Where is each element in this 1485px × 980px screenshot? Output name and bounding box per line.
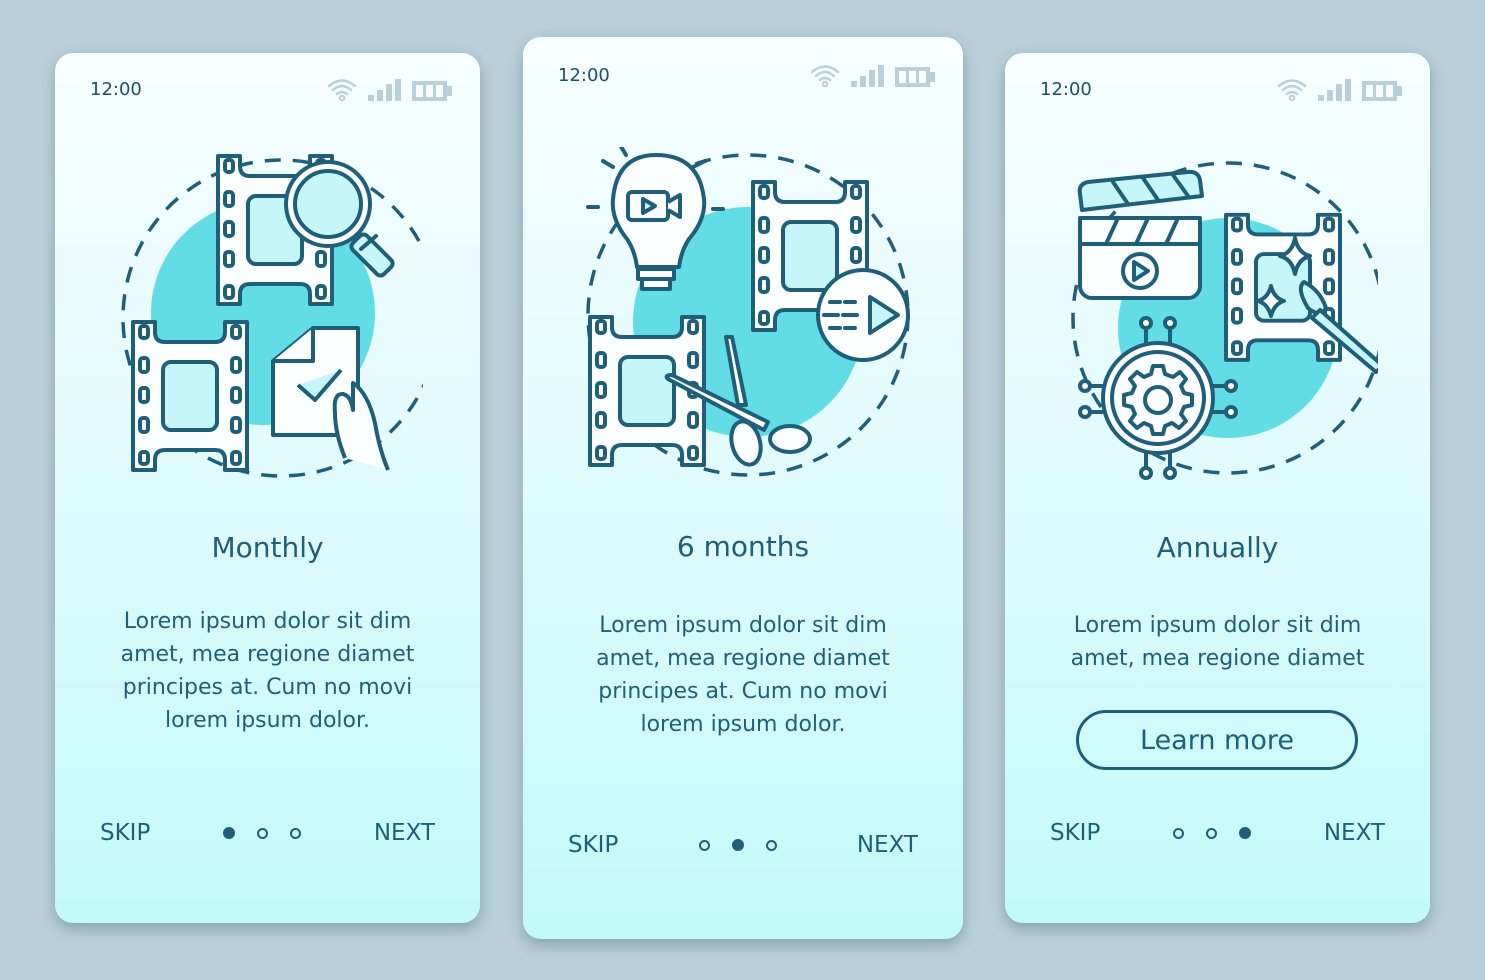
learn-more-button[interactable]: Learn more	[1076, 710, 1358, 770]
description-line: principes at. Cum no movi	[122, 675, 413, 700]
battery-icon	[412, 81, 452, 101]
onboarding-screen-monthly: 12:00 Monthly Lorem ipsum dolor sit dim …	[55, 53, 480, 923]
page-dot[interactable]	[1173, 827, 1185, 839]
status-time: 12:00	[558, 65, 610, 86]
page-dot[interactable]	[257, 827, 269, 839]
page-dot[interactable]	[765, 839, 777, 851]
signal-icon	[851, 65, 884, 87]
description-line: Lorem ipsum dolor sit dim	[123, 609, 412, 634]
illustration-6-months	[586, 147, 910, 477]
description-line: lorem ipsum dolor.	[164, 708, 370, 733]
description-line: amet, mea regione diamet	[596, 646, 890, 671]
status-time: 12:00	[1040, 79, 1092, 100]
page-dot-active[interactable]	[1239, 827, 1252, 839]
status-icons	[1276, 77, 1402, 101]
status-icons	[809, 63, 935, 87]
skip-button[interactable]: SKIP	[568, 832, 618, 858]
illustration-monthly	[120, 154, 423, 478]
page-dot[interactable]	[1206, 827, 1218, 839]
description-line: Lorem ipsum dolor sit dim	[1073, 613, 1362, 638]
battery-icon	[1362, 81, 1402, 101]
status-time: 12:00	[90, 79, 142, 100]
description-line: principes at. Cum no movi	[598, 679, 888, 704]
onboarding-screen-annually: 12:00 Annually Lorem ipsum dolor sit dim…	[1005, 53, 1430, 923]
plan-description: Lorem ipsum dolor sit dim amet, mea regi…	[553, 609, 933, 741]
film-strip-icon	[130, 320, 249, 472]
plan-description: Lorem ipsum dolor sit dim amet, mea regi…	[1035, 609, 1400, 675]
page-dot-active[interactable]	[731, 839, 744, 851]
description-line: amet, mea regione diamet	[1070, 646, 1365, 671]
wifi-icon	[1277, 79, 1307, 101]
skip-button[interactable]: SKIP	[100, 820, 150, 846]
illustration-annually	[1070, 161, 1378, 480]
next-button[interactable]: NEXT	[857, 832, 918, 858]
plan-title: 6 months	[676, 530, 810, 563]
onboarding-screen-6-months: 12:00 6 months Lorem ipsum dolor sit dim…	[523, 37, 963, 939]
clapperboard-icon	[1077, 169, 1204, 300]
play-button-icon	[816, 268, 910, 362]
film-strip-icon	[1223, 212, 1342, 362]
page-dot[interactable]	[698, 839, 710, 851]
hand-icon	[332, 381, 390, 471]
next-button[interactable]: NEXT	[374, 820, 435, 846]
status-icons	[326, 77, 452, 101]
onboarding-footer: SKIP NEXT	[568, 832, 918, 858]
page-indicator	[1173, 827, 1252, 839]
page-indicator	[698, 839, 777, 851]
wifi-icon	[327, 79, 357, 101]
description-line: amet, mea regione diamet	[120, 642, 415, 667]
wifi-icon	[810, 65, 840, 87]
signal-icon	[368, 79, 401, 101]
onboarding-footer: SKIP NEXT	[1050, 820, 1385, 846]
signal-icon	[1318, 79, 1351, 101]
description-line: lorem ipsum dolor.	[640, 712, 846, 737]
onboarding-footer: SKIP NEXT	[100, 820, 435, 846]
next-button[interactable]: NEXT	[1324, 820, 1385, 846]
battery-icon	[895, 67, 935, 87]
page-dot[interactable]	[290, 827, 302, 839]
plan-title: Monthly	[211, 531, 324, 564]
page-dot-active[interactable]	[223, 827, 236, 839]
skip-button[interactable]: SKIP	[1050, 820, 1100, 846]
description-line: Lorem ipsum dolor sit dim	[599, 613, 887, 638]
page-indicator	[223, 827, 302, 839]
plan-title: Annually	[1156, 531, 1279, 564]
plan-description: Lorem ipsum dolor sit dim amet, mea regi…	[85, 605, 450, 737]
